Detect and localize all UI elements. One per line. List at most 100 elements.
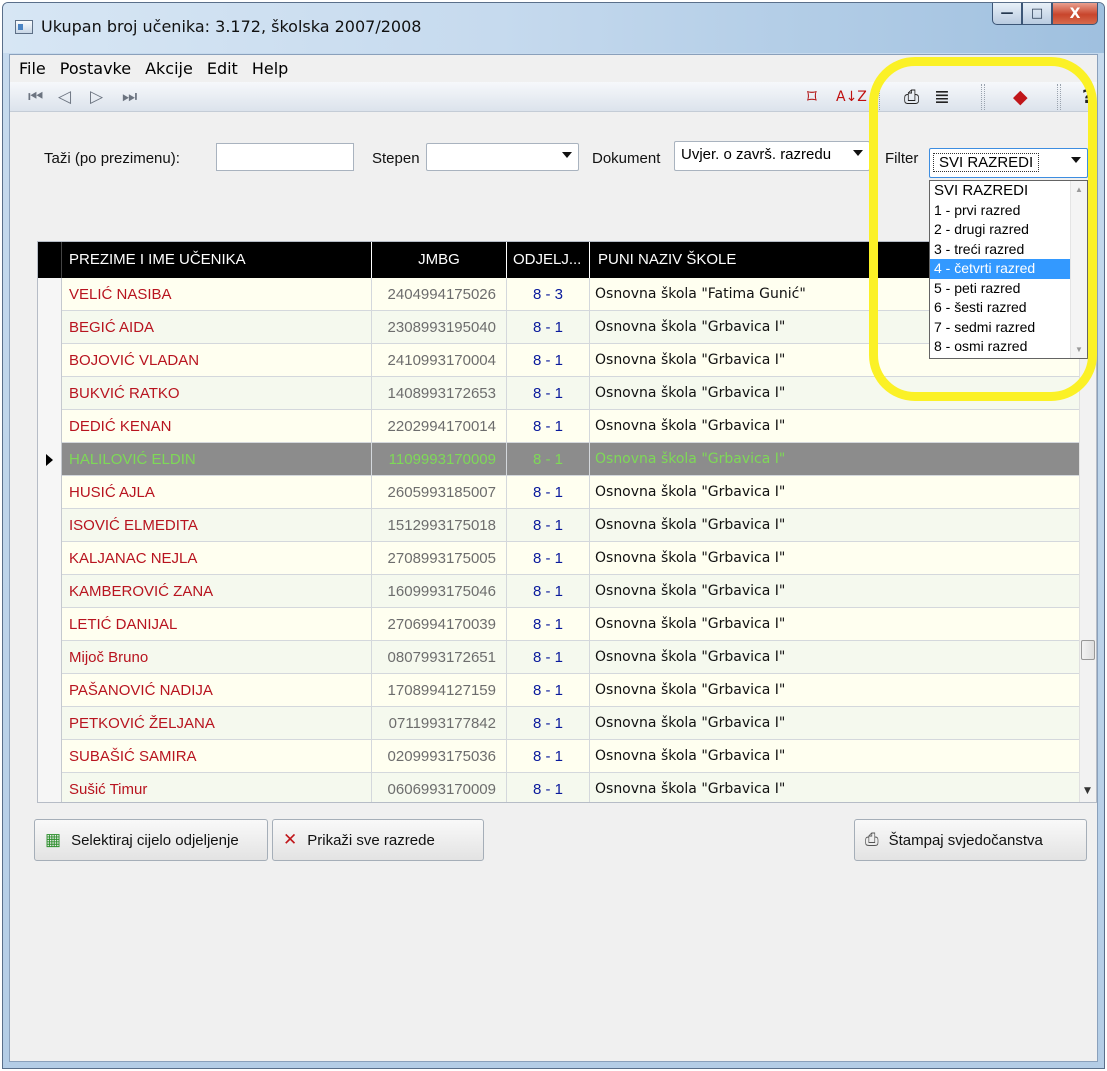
row-indicator[interactable] <box>38 509 62 542</box>
row-indicator[interactable] <box>38 278 62 311</box>
student-name-cell: PAŠANOVIĆ NADIJA <box>62 674 372 707</box>
row-indicator[interactable] <box>38 707 62 740</box>
maximize-icon: □ <box>1030 6 1044 21</box>
odjeljenje-cell: 8 - 1 <box>507 542 590 575</box>
student-name-cell: BOJOVIĆ VLADAN <box>62 344 372 377</box>
close-button[interactable]: X <box>1052 3 1098 25</box>
filter-option[interactable]: 6 - šesti razred <box>930 298 1087 318</box>
table-row[interactable]: DEDIĆ KENAN 2202994170014 8 - 1 Osnovna ško… <box>38 410 1081 443</box>
menu-akcije[interactable]: Akcije <box>138 59 200 78</box>
select-rectangle-icon[interactable]: ⌑ <box>807 86 817 108</box>
odjeljenje-cell: 8 - 1 <box>507 707 590 740</box>
student-name-cell: PETKOVIĆ ŽELJANA <box>62 707 372 740</box>
student-name-cell: VELIĆ NASIBA <box>62 278 372 311</box>
menu-postavke[interactable]: Postavke <box>53 59 138 78</box>
table-row[interactable]: Mijoč Bruno 0807993172651 8 - 1 Osnovna ško… <box>38 641 1081 674</box>
filter-option[interactable]: 4 - četvrti razred <box>930 259 1087 279</box>
previous-record-icon[interactable]: ◁ <box>58 87 71 107</box>
table-row[interactable]: KAMBEROVIĆ ZANA 1609993175046 8 - 1 Osnovna… <box>38 575 1081 608</box>
close-x-icon: ✕ <box>283 830 298 849</box>
app-icon[interactable] <box>15 20 33 34</box>
odjeljenje-cell: 8 - 1 <box>507 443 590 476</box>
table-row[interactable]: ISOVIĆ ELMEDITA 1512993175018 8 - 1 Osnovna… <box>38 509 1081 542</box>
scrollbar-thumb[interactable] <box>1081 640 1095 660</box>
filter-option[interactable]: 7 - sedmi razred <box>930 318 1087 338</box>
table-row[interactable]: Sušić Timur 0606993170009 8 - 1 Osnovna ško… <box>38 773 1081 802</box>
print-certificates-button[interactable]: ⎙ Štampaj svjedočanstva <box>854 819 1087 861</box>
filter-option[interactable]: 2 - drugi razred <box>930 220 1087 240</box>
print-icon[interactable]: ⎙ <box>904 86 919 108</box>
sort-icon[interactable]: A↓Z <box>836 89 867 105</box>
minimize-button[interactable]: — <box>992 3 1022 25</box>
row-indicator[interactable] <box>38 575 62 608</box>
scroll-down-icon[interactable]: ▼ <box>1084 786 1091 796</box>
table-row[interactable]: LETIĆ DANIJAL 2706994170039 8 - 1 Osnovna š… <box>38 608 1081 641</box>
row-indicator[interactable] <box>38 542 62 575</box>
jmbg-cell: 1512993175018 <box>372 509 507 542</box>
filter-option[interactable]: 3 - treći razred <box>930 240 1087 260</box>
jmbg-cell: 1609993175046 <box>372 575 507 608</box>
select-class-button[interactable]: ▦ Selektiraj cijelo odjeljenje <box>34 819 268 861</box>
table-row[interactable]: HUSIĆ AJLA 2605993185007 8 - 1 Osnovna škol… <box>38 476 1081 509</box>
table-row[interactable]: KALJANAC NEJLA 2708993175005 8 - 1 Osnovna … <box>38 542 1081 575</box>
table-row[interactable]: PETKOVIĆ ŽELJANA 0711993177842 8 - 1 Osnovn… <box>38 707 1081 740</box>
jmbg-cell: 2404994175026 <box>372 278 507 311</box>
row-indicator[interactable] <box>38 410 62 443</box>
last-record-icon[interactable]: ⏭ <box>122 87 137 107</box>
row-indicator[interactable] <box>38 443 62 476</box>
row-indicator[interactable] <box>38 608 62 641</box>
column-header-jmbg[interactable]: JMBG <box>372 242 507 278</box>
table-row[interactable]: VELIĆ NASIBA 2404994175026 8 - 3 Osnovna šk… <box>38 278 1081 311</box>
row-indicator[interactable] <box>38 773 62 802</box>
next-record-icon[interactable]: ▷ <box>90 87 103 107</box>
table-row[interactable]: BEGIĆ AIDA 2308993195040 8 - 1 Osnovna škol… <box>38 311 1081 344</box>
row-indicator[interactable] <box>38 674 62 707</box>
student-name-cell: Sušić Timur <box>62 773 372 802</box>
list-icon[interactable]: ≣ <box>934 86 950 108</box>
scroll-down-icon[interactable]: ▼ <box>1075 345 1083 354</box>
odjeljenje-cell: 8 - 1 <box>507 740 590 773</box>
filter-option[interactable]: 5 - peti razred <box>930 279 1087 299</box>
student-name-cell: BUKVIĆ RATKO <box>62 377 372 410</box>
filter-option[interactable]: SVI RAZREDI <box>930 181 1087 201</box>
filter-select[interactable]: SVI RAZREDI <box>929 148 1088 178</box>
row-indicator[interactable] <box>38 641 62 674</box>
chevron-down-icon <box>1071 157 1081 163</box>
jmbg-cell: 2308993195040 <box>372 311 507 344</box>
search-input[interactable] <box>216 143 354 171</box>
export-icon[interactable]: ◆ <box>1013 86 1028 108</box>
row-indicator[interactable] <box>38 740 62 773</box>
column-header-odjeljenje[interactable]: ODJELJ... <box>507 242 590 278</box>
select-class-label: Selektiraj cijelo odjeljenje <box>71 831 239 849</box>
chevron-down-icon <box>562 152 572 158</box>
dropdown-scrollbar[interactable]: ▲ ▼ <box>1070 181 1087 358</box>
title-bar[interactable]: Ukupan broj učenika: 3.172, školska 2007… <box>3 3 1104 53</box>
table-row[interactable]: PAŠANOVIĆ NADIJA 1708994127159 8 - 1 Osnovn… <box>38 674 1081 707</box>
toolbar-separator <box>981 84 985 110</box>
maximize-button[interactable]: □ <box>1022 3 1052 25</box>
menu-edit[interactable]: Edit <box>200 59 245 78</box>
show-all-classes-button[interactable]: ✕ Prikaži sve razrede <box>272 819 484 861</box>
filter-option[interactable]: 1 - prvi razred <box>930 201 1087 221</box>
table-row[interactable]: BUKVIĆ RATKO 1408993172653 8 - 1 Osnovna šk… <box>38 377 1081 410</box>
jmbg-cell: 0807993172651 <box>372 641 507 674</box>
dokument-select[interactable]: Uvjer. o završ. razredu <box>674 141 870 171</box>
row-indicator[interactable] <box>38 476 62 509</box>
row-indicator[interactable] <box>38 311 62 344</box>
table-row[interactable]: SUBAŠIĆ SAMIRA 0209993175036 8 - 1 Osnovna … <box>38 740 1081 773</box>
table-row[interactable]: HALILOVIĆ ELDIN 1109993170009 8 - 1 Osnovna… <box>38 443 1081 476</box>
jmbg-cell: 2202994170014 <box>372 410 507 443</box>
school-name-cell: Osnovna škola "Grbavica I" <box>590 773 1081 802</box>
menu-help[interactable]: Help <box>245 59 295 78</box>
row-indicator[interactable] <box>38 344 62 377</box>
first-record-icon[interactable]: ⏮ <box>28 87 43 107</box>
filter-option[interactable]: 8 - osmi razred <box>930 337 1087 357</box>
help-icon[interactable]: ? <box>1082 86 1093 108</box>
table-row[interactable]: BOJOVIĆ VLADAN 2410993170004 8 - 1 Osnovna … <box>38 344 1081 377</box>
column-header-name[interactable]: PREZIME I IME UČENIKA <box>62 242 372 278</box>
school-name-cell: Osnovna škola "Grbavica I" <box>590 443 1081 476</box>
scroll-up-icon[interactable]: ▲ <box>1075 185 1083 194</box>
stepen-select[interactable] <box>426 143 579 171</box>
row-indicator[interactable] <box>38 377 62 410</box>
menu-file[interactable]: File <box>12 59 53 78</box>
